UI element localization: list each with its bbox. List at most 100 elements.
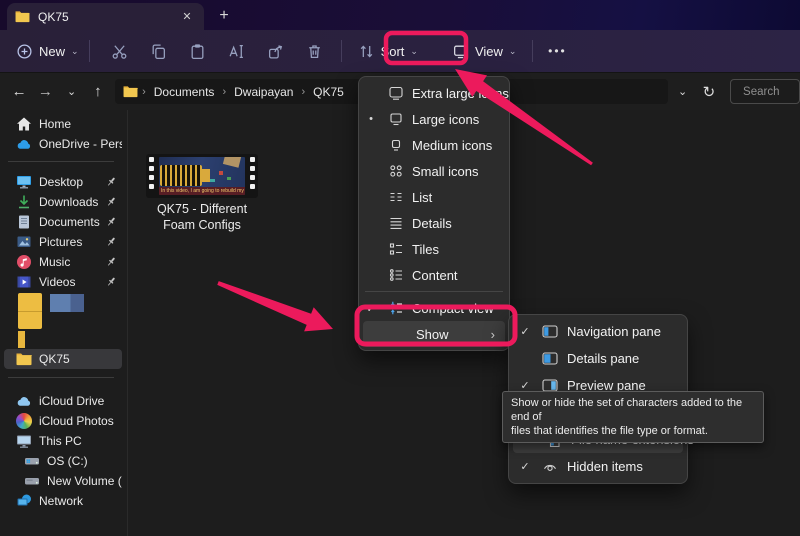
view-button[interactable]: View ⌄ <box>446 35 523 67</box>
view-icon <box>452 43 469 60</box>
file-name-line1: QK75 - Different <box>140 201 264 217</box>
crumb-separator: › <box>297 86 309 98</box>
copy-button[interactable] <box>141 35 177 67</box>
sidebar-item-network[interactable]: Network <box>4 491 122 510</box>
list-icon <box>388 189 404 205</box>
sidebar-item-music[interactable]: Music <box>4 252 122 271</box>
sidebar-item-documents[interactable]: Documents <box>4 212 122 231</box>
sidebar-item-onedrive[interactable]: OneDrive - Personal <box>4 134 122 153</box>
sidebar-item-videos[interactable]: Videos <box>4 272 122 291</box>
compact-view-icon <box>388 300 404 316</box>
folder-icon <box>123 85 138 98</box>
sidebar-item-icloud-photos[interactable]: iCloud Photos <box>4 411 122 430</box>
back-button[interactable]: ← <box>6 78 32 106</box>
this-pc-icon <box>16 433 32 449</box>
icloud-drive-icon <box>16 393 32 409</box>
pictures-icon <box>16 234 32 250</box>
tan-object <box>223 157 241 168</box>
desk-item <box>219 171 223 175</box>
file-name-line2: Foam Configs <box>140 217 264 233</box>
sort-button[interactable]: Sort ⌄ <box>352 35 424 67</box>
large-icons-icon <box>388 111 404 127</box>
extra-large-icons-icon <box>388 85 404 101</box>
sidebar-item-qk75[interactable]: QK75 <box>4 349 122 369</box>
submenu-item-hidden-items[interactable]: ✓ Hidden items <box>509 453 687 480</box>
refresh-button[interactable]: ↻ <box>696 78 722 106</box>
new-tab-button[interactable]: + <box>212 4 236 28</box>
paste-icon <box>189 43 206 60</box>
scissors-icon <box>111 43 128 60</box>
tooltip-file-name-extensions: Show or hide the set of characters added… <box>502 391 764 443</box>
sidebar-item-pictures[interactable]: Pictures <box>4 232 122 251</box>
crumb-separator: › <box>218 86 230 98</box>
desktop-icon <box>16 174 32 190</box>
pin-icon[interactable] <box>104 215 118 229</box>
submenu-item-details-pane[interactable]: Details pane <box>509 345 687 372</box>
tab-close-button[interactable]: ✕ <box>178 8 196 26</box>
onedrive-cloud-icon <box>16 136 32 152</box>
menu-item-details[interactable]: Details <box>359 210 509 236</box>
sidebar-item-home[interactable]: Home <box>4 114 122 133</box>
trash-icon <box>306 43 323 60</box>
menu-separator <box>365 291 503 292</box>
rename-icon <box>228 43 245 60</box>
bullet-indicator: • <box>359 113 383 125</box>
icloud-photos-icon <box>16 413 32 429</box>
videos-icon <box>16 274 32 290</box>
folder-seam <box>18 311 42 312</box>
navigation-pane-icon <box>542 324 558 339</box>
sidebar-item-desktop[interactable]: Desktop <box>4 172 122 191</box>
sort-arrows-icon <box>358 43 375 60</box>
sidebar-item-icloud-drive[interactable]: iCloud Drive <box>4 391 122 410</box>
pin-icon[interactable] <box>104 175 118 189</box>
cut-button[interactable] <box>102 35 138 67</box>
share-button[interactable] <box>258 35 294 67</box>
film-strip-thumbnail: In this video, I am going to rebuild my <box>146 154 258 198</box>
music-icon <box>16 254 32 270</box>
menu-item-medium-icons[interactable]: Medium icons <box>359 132 509 158</box>
menu-item-compact-view[interactable]: ✓ Compact view <box>359 295 509 321</box>
menu-item-tiles[interactable]: Tiles <box>359 236 509 262</box>
small-icons-icon <box>388 163 404 179</box>
forward-button[interactable]: → <box>32 78 58 106</box>
search-input[interactable] <box>730 79 800 104</box>
document-icon <box>16 214 32 230</box>
rename-button[interactable] <box>219 35 255 67</box>
pin-icon[interactable] <box>104 275 118 289</box>
recent-locations-button[interactable]: ⌄ <box>59 78 85 106</box>
tooltip-line1: Show or hide the set of characters added… <box>511 396 755 424</box>
menu-item-content[interactable]: Content <box>359 262 509 288</box>
download-icon <box>16 194 32 210</box>
command-toolbar: New ⌄ Sort ⌄ View ⌄ ••• <box>0 30 800 72</box>
address-dropdown-button[interactable]: ⌄ <box>670 78 696 106</box>
up-button[interactable]: ↑ <box>85 78 111 106</box>
toolbar-divider <box>89 40 90 62</box>
new-button[interactable]: New ⌄ <box>10 35 85 67</box>
plus-circle-icon <box>16 43 33 60</box>
see-more-button[interactable]: ••• <box>539 35 575 67</box>
explorer-tab[interactable]: QK75 ✕ <box>7 3 204 30</box>
crumb-dwaipayan[interactable]: Dwaipayan <box>230 83 297 101</box>
pin-icon[interactable] <box>104 255 118 269</box>
menu-item-list[interactable]: List <box>359 184 509 210</box>
menu-item-small-icons[interactable]: Small icons <box>359 158 509 184</box>
sidebar-item-downloads[interactable]: Downloads <box>4 192 122 211</box>
menu-item-large-icons[interactable]: • Large icons <box>359 106 509 132</box>
delete-button[interactable] <box>297 35 333 67</box>
tab-title: QK75 <box>38 10 178 24</box>
folder-sliver <box>18 331 25 348</box>
pin-icon[interactable] <box>104 235 118 249</box>
os-drive-icon <box>24 453 40 469</box>
crumb-qk75[interactable]: QK75 <box>309 83 348 101</box>
sidebar-item-new-volume[interactable]: New Volume (D:) <box>4 471 122 490</box>
paste-button[interactable] <box>180 35 216 67</box>
title-bar: QK75 ✕ + <box>0 0 800 30</box>
menu-item-show[interactable]: Show › <box>363 321 505 347</box>
menu-item-extra-large-icons[interactable]: Extra large icons <box>359 80 509 106</box>
crumb-documents[interactable]: Documents <box>150 83 219 101</box>
sidebar-item-this-pc[interactable]: This PC <box>4 431 122 450</box>
sidebar-item-os-c[interactable]: OS (C:) <box>4 451 122 470</box>
pin-icon[interactable] <box>104 195 118 209</box>
video-frame: In this video, I am going to rebuild my <box>159 157 245 195</box>
submenu-item-navigation-pane[interactable]: ✓ Navigation pane <box>509 318 687 345</box>
